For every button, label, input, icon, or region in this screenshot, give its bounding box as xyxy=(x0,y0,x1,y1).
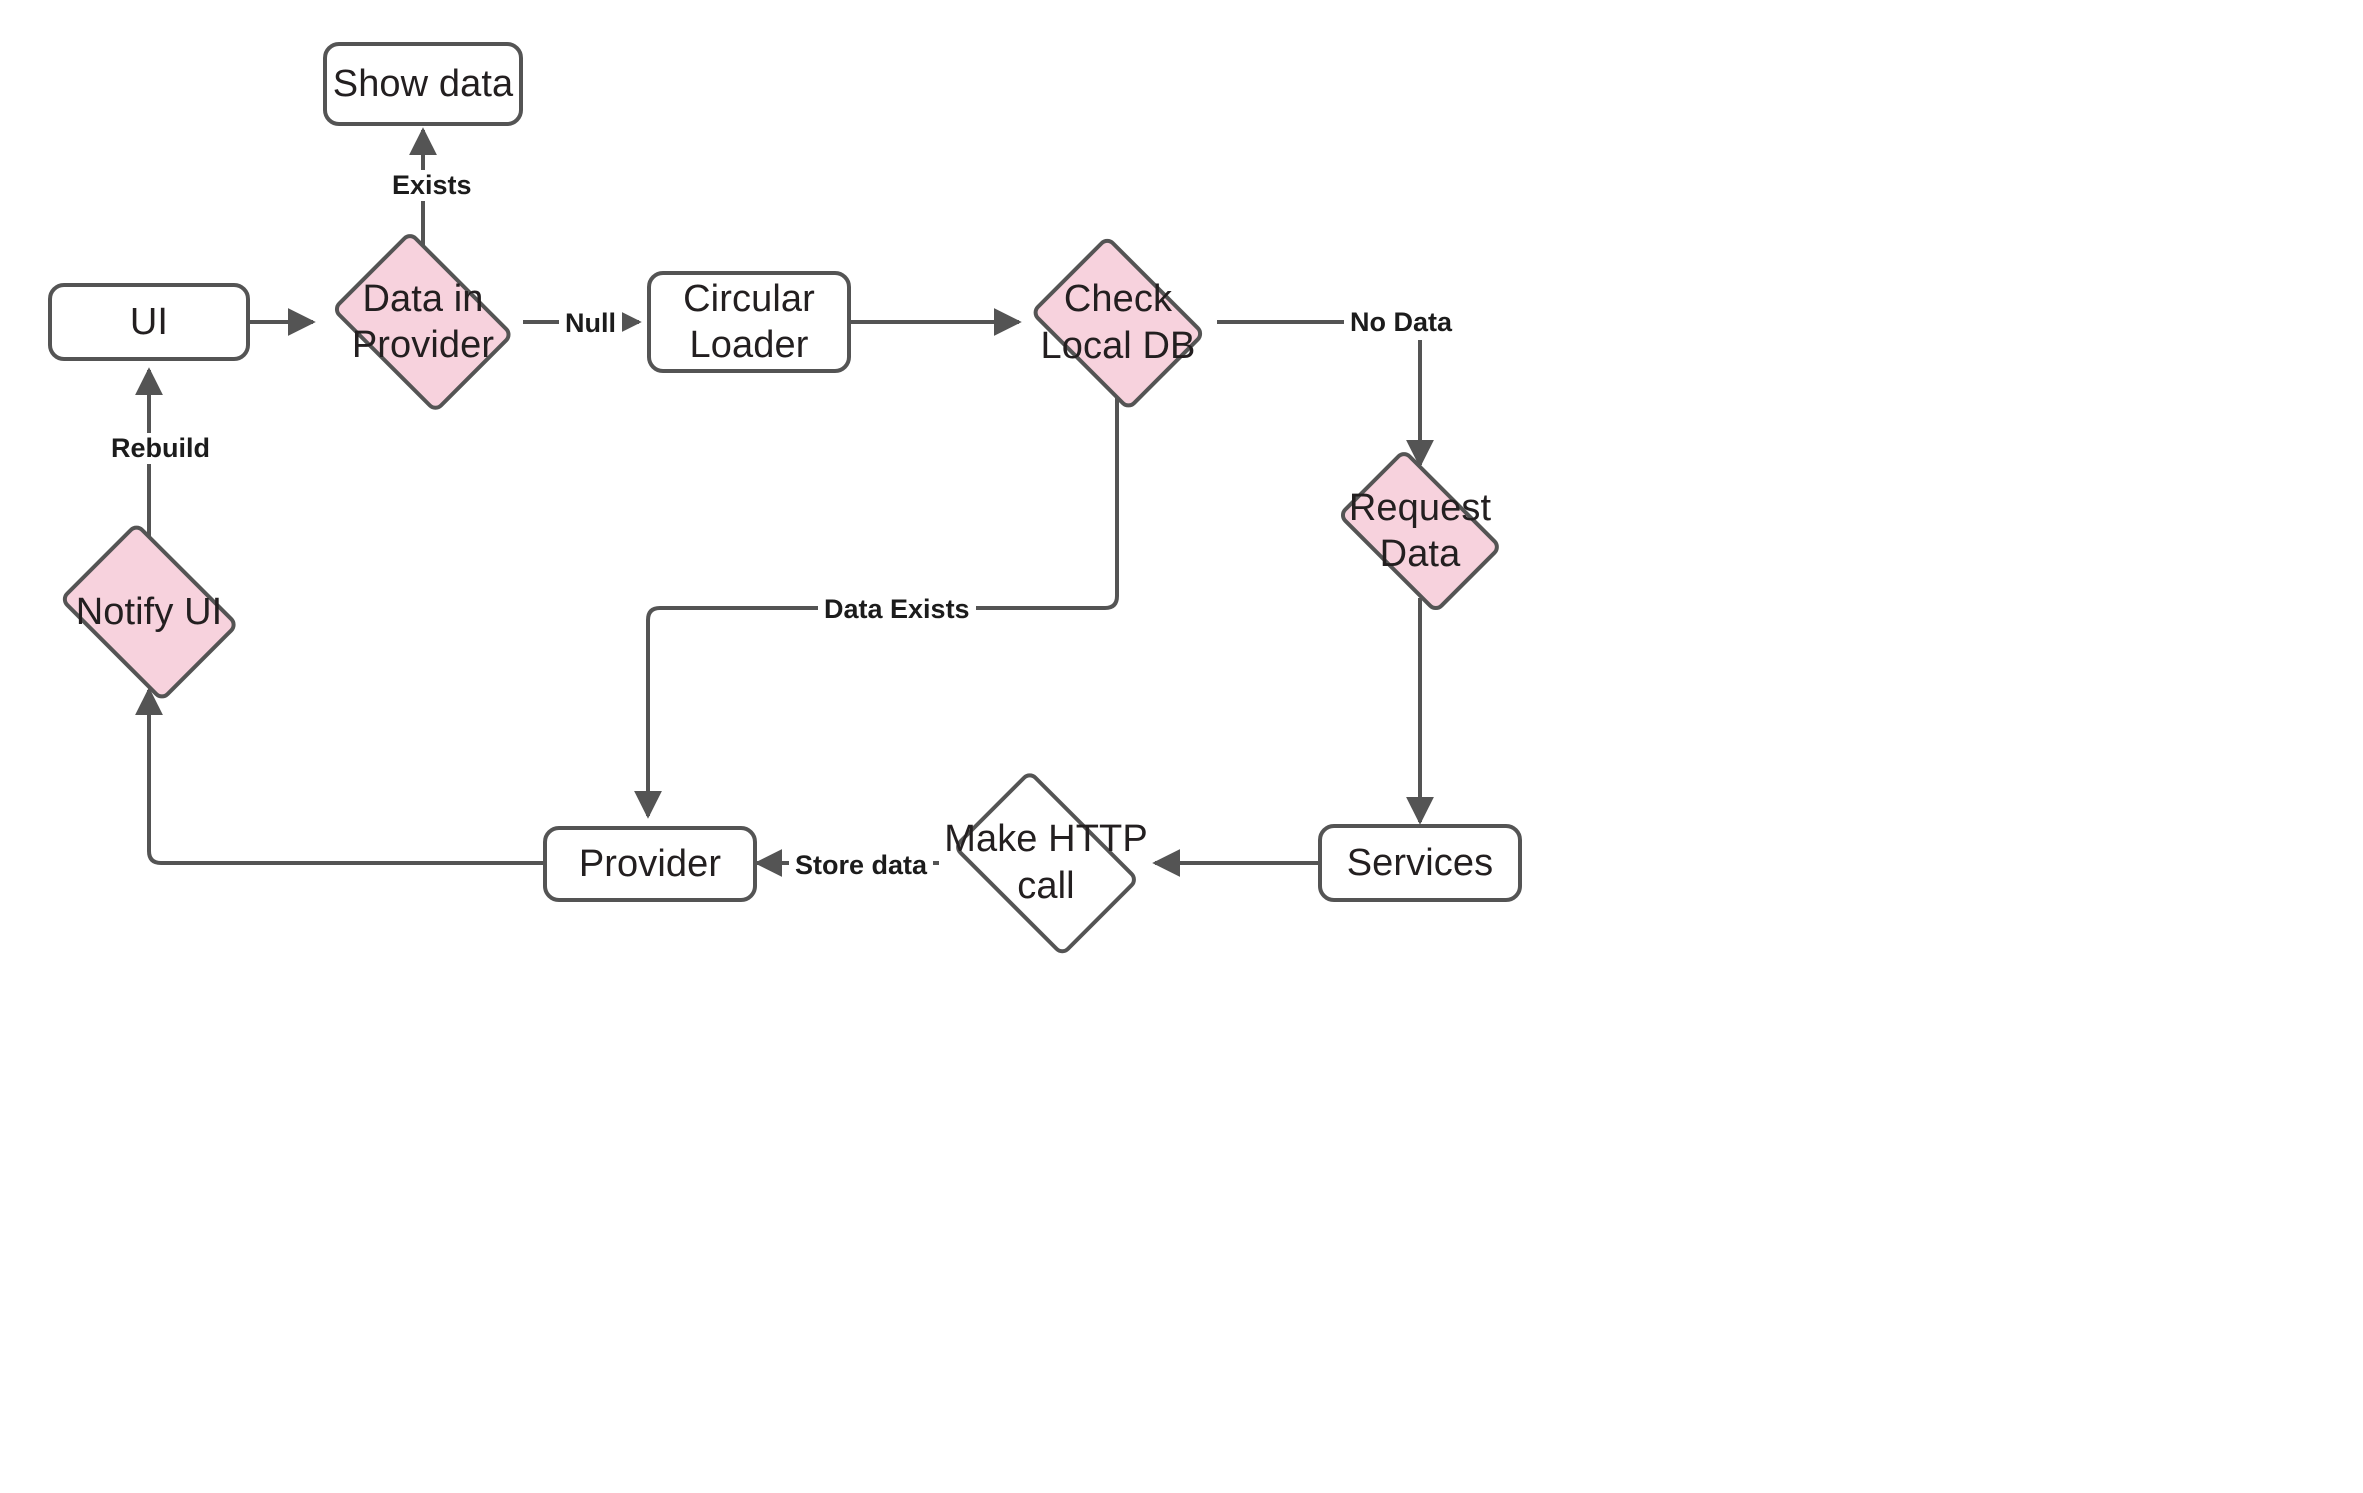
node-data-in-provider[interactable]: Data in Provider xyxy=(318,230,528,414)
node-circular-loader-label: Circular Loader xyxy=(683,277,815,366)
node-services[interactable]: Services xyxy=(1318,824,1522,902)
edge-provider-to-notify-ui xyxy=(135,687,543,865)
node-show-data-label: Show data xyxy=(332,62,514,105)
edge-label-rebuild: Rebuild xyxy=(105,433,216,464)
node-request-data-label: Request Data xyxy=(1348,486,1492,575)
node-ui[interactable]: UI xyxy=(48,283,250,361)
node-request-data[interactable]: Request Data xyxy=(1321,448,1519,614)
flowchart-canvas: Show data UI Data in Provider Circular L… xyxy=(0,0,2363,1493)
node-provider[interactable]: Provider xyxy=(543,826,757,902)
edge-layer xyxy=(135,127,1434,877)
node-make-http-call[interactable]: Make HTTP call xyxy=(936,768,1156,957)
edge-label-data-exists: Data Exists xyxy=(818,594,976,625)
edge-label-rebuild-text: Rebuild xyxy=(111,433,210,463)
edge-label-no-data-text: No Data xyxy=(1350,307,1453,337)
node-make-http-call-label: Make HTTP call xyxy=(944,818,1148,907)
node-show-data[interactable]: Show data xyxy=(323,42,523,126)
node-ui-label: UI xyxy=(129,300,169,343)
edge-label-store-data: Store data xyxy=(789,850,934,881)
edge-label-null: Null xyxy=(559,308,622,339)
edge-label-no-data: No Data xyxy=(1344,307,1459,338)
node-circular-loader[interactable]: Circular Loader xyxy=(647,271,851,373)
edge-label-null-text: Null xyxy=(565,308,616,338)
node-services-label: Services xyxy=(1346,841,1494,884)
node-check-local-db-label: Check Local DB xyxy=(1040,278,1196,367)
edge-label-data-exists-text: Data Exists xyxy=(824,594,970,624)
edge-label-store-data-text: Store data xyxy=(795,850,928,880)
node-data-in-provider-label: Data in Provider xyxy=(351,277,495,366)
node-notify-ui[interactable]: Notify UI xyxy=(46,521,252,703)
node-check-local-db[interactable]: Check Local DB xyxy=(1019,234,1217,411)
edge-label-exists-text: Exists xyxy=(392,170,472,200)
node-provider-label: Provider xyxy=(578,842,722,885)
edge-label-exists: Exists xyxy=(386,170,478,201)
node-notify-ui-label: Notify UI xyxy=(75,590,223,633)
